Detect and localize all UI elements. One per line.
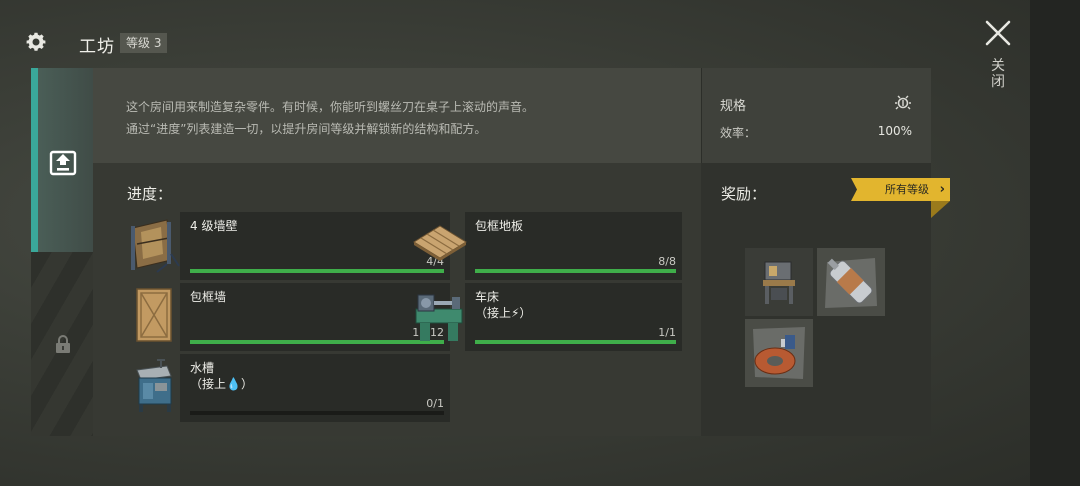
- upgrade-icon: [49, 150, 77, 176]
- progress-bar: [190, 340, 444, 344]
- progress-item-count: 8/8: [658, 255, 676, 268]
- efficiency-value: 100%: [877, 124, 912, 138]
- specs-area: [701, 68, 931, 163]
- progress-item-name: 包框墙: [190, 290, 227, 304]
- progress-bar: [475, 269, 676, 273]
- motor-part-icon: [817, 248, 885, 316]
- sink-icon: [136, 359, 172, 412]
- progress-bar: [475, 340, 676, 344]
- framed-wall-icon: [136, 288, 172, 342]
- progress-item-count: 0/1: [426, 397, 444, 410]
- progress-bar: [190, 411, 444, 415]
- lock-icon: [56, 335, 70, 353]
- reward-slot[interactable]: [817, 248, 885, 316]
- progress-bar-fill: [475, 269, 676, 273]
- level-badge: 等级 3: [120, 33, 168, 53]
- close-label[interactable]: 关闭: [989, 58, 1007, 90]
- all-levels-label: 所有等级: [885, 183, 929, 196]
- progress-bar-fill: [190, 340, 444, 344]
- bug-icon[interactable]: [894, 93, 912, 111]
- all-levels-button[interactable]: 所有等级 ›: [851, 178, 950, 201]
- progress-item-count: 1/1: [658, 326, 676, 339]
- description-line-1: 这个房间用来制造复杂零件。有时候，你能听到螺丝刀在桌子上滚动的声音。: [126, 100, 535, 114]
- specs-title: 规格: [720, 99, 747, 114]
- progress-item-name: 水槽: [190, 361, 215, 375]
- chevron-right-icon: ›: [939, 182, 945, 197]
- progress-item-requirement: （接上⚡）: [475, 306, 532, 320]
- description-line-2: 通过“进度”列表建造一切，以提升房间等级并解锁新的结构和配方。: [126, 122, 487, 136]
- floor-icon: [413, 225, 467, 261]
- reward-slot[interactable]: [745, 248, 813, 316]
- reward-slot[interactable]: [745, 319, 813, 387]
- progress-bar-fill: [475, 340, 676, 344]
- progress-item-requirement: （接上💧）: [190, 377, 253, 391]
- workbench-icon: [745, 248, 813, 316]
- progress-bar: [190, 269, 444, 273]
- progress-item-name: 车床: [475, 290, 500, 304]
- wall-icon: [131, 219, 180, 273]
- gear-icon[interactable]: [24, 30, 48, 54]
- lathe-icon: [415, 294, 463, 341]
- room-description: 这个房间用来制造复杂零件。有时候，你能听到螺丝刀在桌子上滚动的声音。 通过“进度…: [126, 96, 686, 140]
- progress-item[interactable]: 车床 （接上⚡） 1/1: [415, 283, 682, 351]
- progress-item[interactable]: 包框地板 8/8: [413, 212, 682, 280]
- progress-item[interactable]: 水槽 （接上💧） 0/1: [136, 354, 450, 422]
- progress-item-name: 包框地板: [475, 219, 524, 233]
- progress-bar-fill: [190, 269, 444, 273]
- progress-title: 进度：: [127, 185, 173, 203]
- efficiency-label: 效率：: [720, 126, 757, 140]
- copper-coil-icon: [745, 319, 813, 387]
- progress-item[interactable]: 包框墙 12/12: [136, 283, 450, 351]
- close-icon[interactable]: [983, 18, 1013, 48]
- page-title: 工坊: [79, 37, 115, 57]
- progress-item-name: 4 级墙壁: [190, 219, 238, 233]
- right-edge-strip: [1030, 0, 1080, 486]
- progress-item[interactable]: 4 级墙壁 4/4: [131, 212, 450, 280]
- rewards-title: 奖励：: [721, 185, 767, 203]
